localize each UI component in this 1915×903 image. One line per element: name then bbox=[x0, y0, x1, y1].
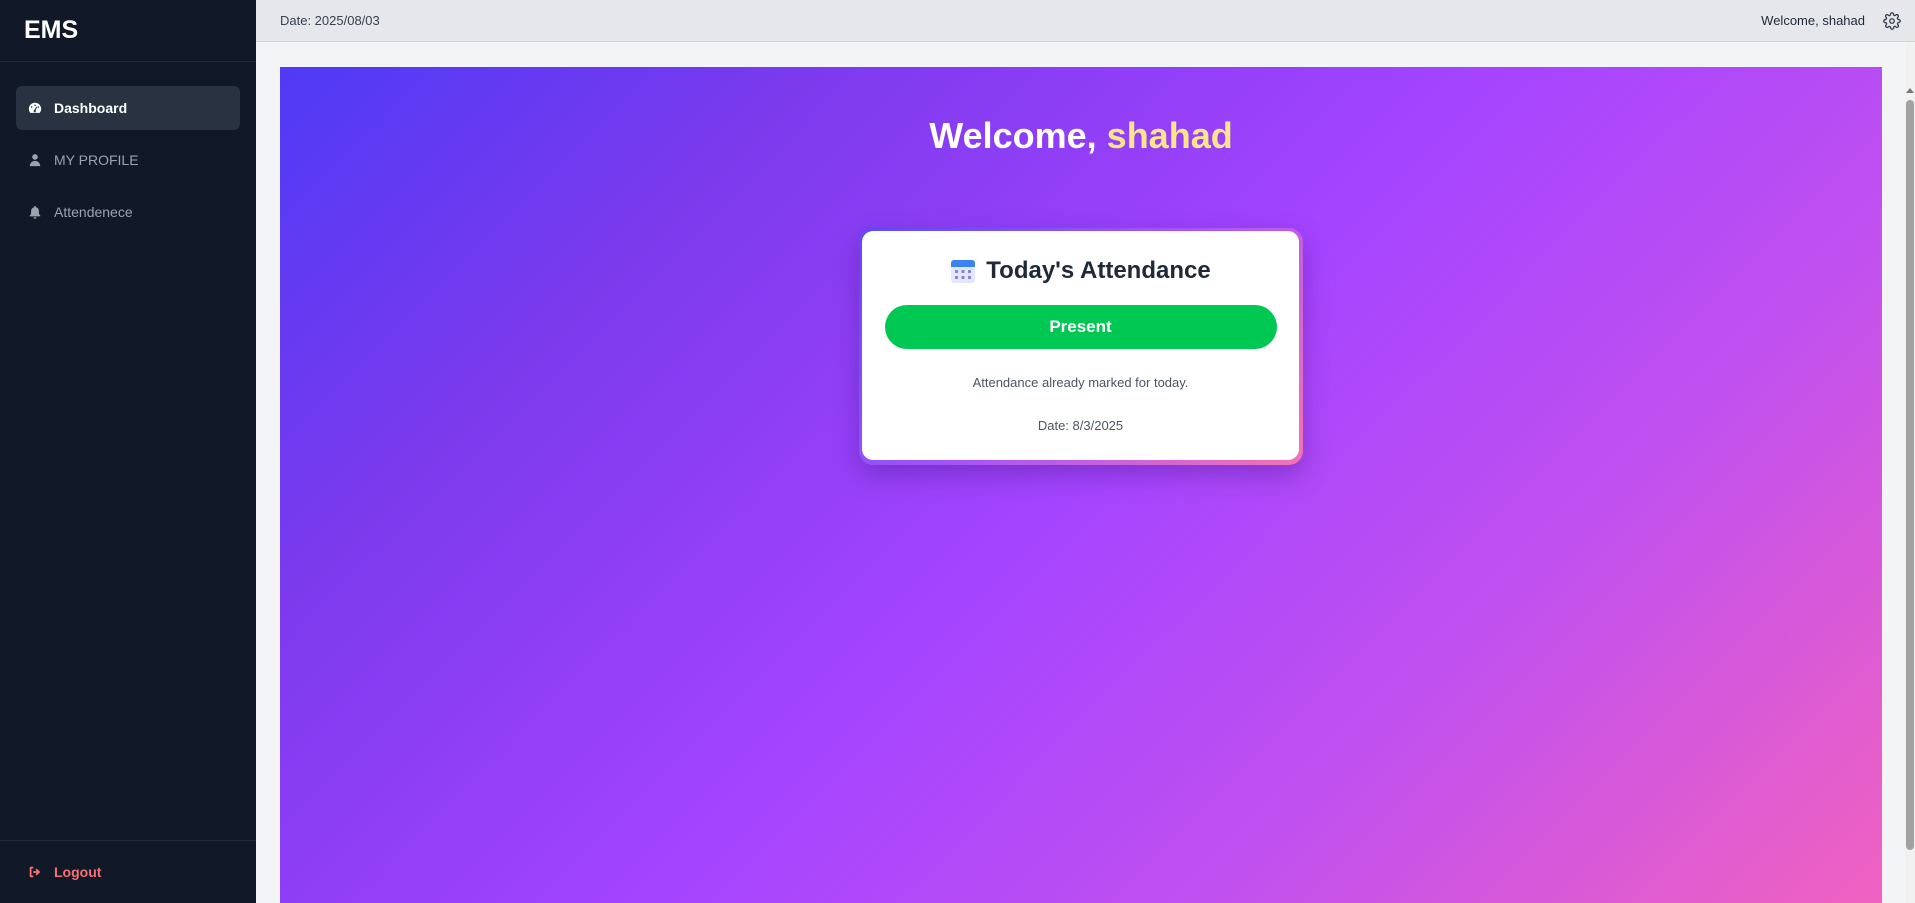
sidebar-item-my-profile[interactable]: MY PROFILE bbox=[16, 138, 240, 182]
calendar-icon bbox=[951, 260, 976, 283]
top-bar: Date: 2025/08/03 Welcome, shahad bbox=[256, 0, 1915, 42]
logout-label: Logout bbox=[54, 864, 102, 880]
logout-button[interactable]: Logout bbox=[28, 864, 101, 880]
brand-header: EMS bbox=[0, 0, 256, 62]
sidebar-item-label: Attendenece bbox=[54, 204, 133, 220]
sidebar: EMS Dashboard MY PROFILE Attendenece Log… bbox=[0, 0, 256, 903]
sidebar-item-attendance[interactable]: Attendenece bbox=[16, 190, 240, 234]
sidebar-item-label: MY PROFILE bbox=[54, 152, 139, 168]
sidebar-item-label: Dashboard bbox=[54, 100, 128, 116]
brand-logo-text: EMS bbox=[24, 16, 79, 44]
hero-username: shahad bbox=[1106, 115, 1233, 156]
hero-greeting: Welcome, bbox=[929, 115, 1107, 156]
attendance-date: Date: 8/3/2025 bbox=[1037, 418, 1124, 433]
header-right: Welcome, shahad bbox=[1761, 11, 1901, 30]
hero-welcome-heading: Welcome, shahad bbox=[280, 115, 1882, 157]
dashboard-icon bbox=[28, 101, 42, 115]
attendance-card: Today's Attendance Present Attendance al… bbox=[862, 231, 1299, 460]
sidebar-item-dashboard[interactable]: Dashboard bbox=[16, 86, 240, 130]
gear-icon[interactable] bbox=[1883, 11, 1901, 30]
page-scrollbar[interactable] bbox=[1905, 42, 1915, 903]
present-status-button[interactable]: Present bbox=[884, 305, 1277, 349]
attendance-card-frame: Today's Attendance Present Attendance al… bbox=[859, 228, 1303, 465]
scrollbar-thumb[interactable] bbox=[1906, 100, 1914, 850]
header-welcome: Welcome, shahad bbox=[1761, 13, 1865, 28]
sign-out-icon bbox=[29, 866, 41, 878]
attendance-title-text: Today's Attendance bbox=[986, 257, 1211, 284]
user-icon bbox=[28, 153, 42, 167]
dashboard-hero: Welcome, shahad Today's Attendance Prese… bbox=[280, 67, 1882, 903]
scroll-up-arrow-icon[interactable] bbox=[1906, 88, 1914, 93]
sidebar-nav: Dashboard MY PROFILE Attendenece bbox=[0, 62, 256, 266]
sidebar-footer: Logout bbox=[0, 840, 256, 903]
attendance-card-title: Today's Attendance bbox=[862, 257, 1299, 285]
header-date: Date: 2025/08/03 bbox=[280, 13, 380, 28]
bell-icon bbox=[28, 205, 42, 219]
attendance-message: Attendance already marked for today. bbox=[972, 375, 1189, 390]
